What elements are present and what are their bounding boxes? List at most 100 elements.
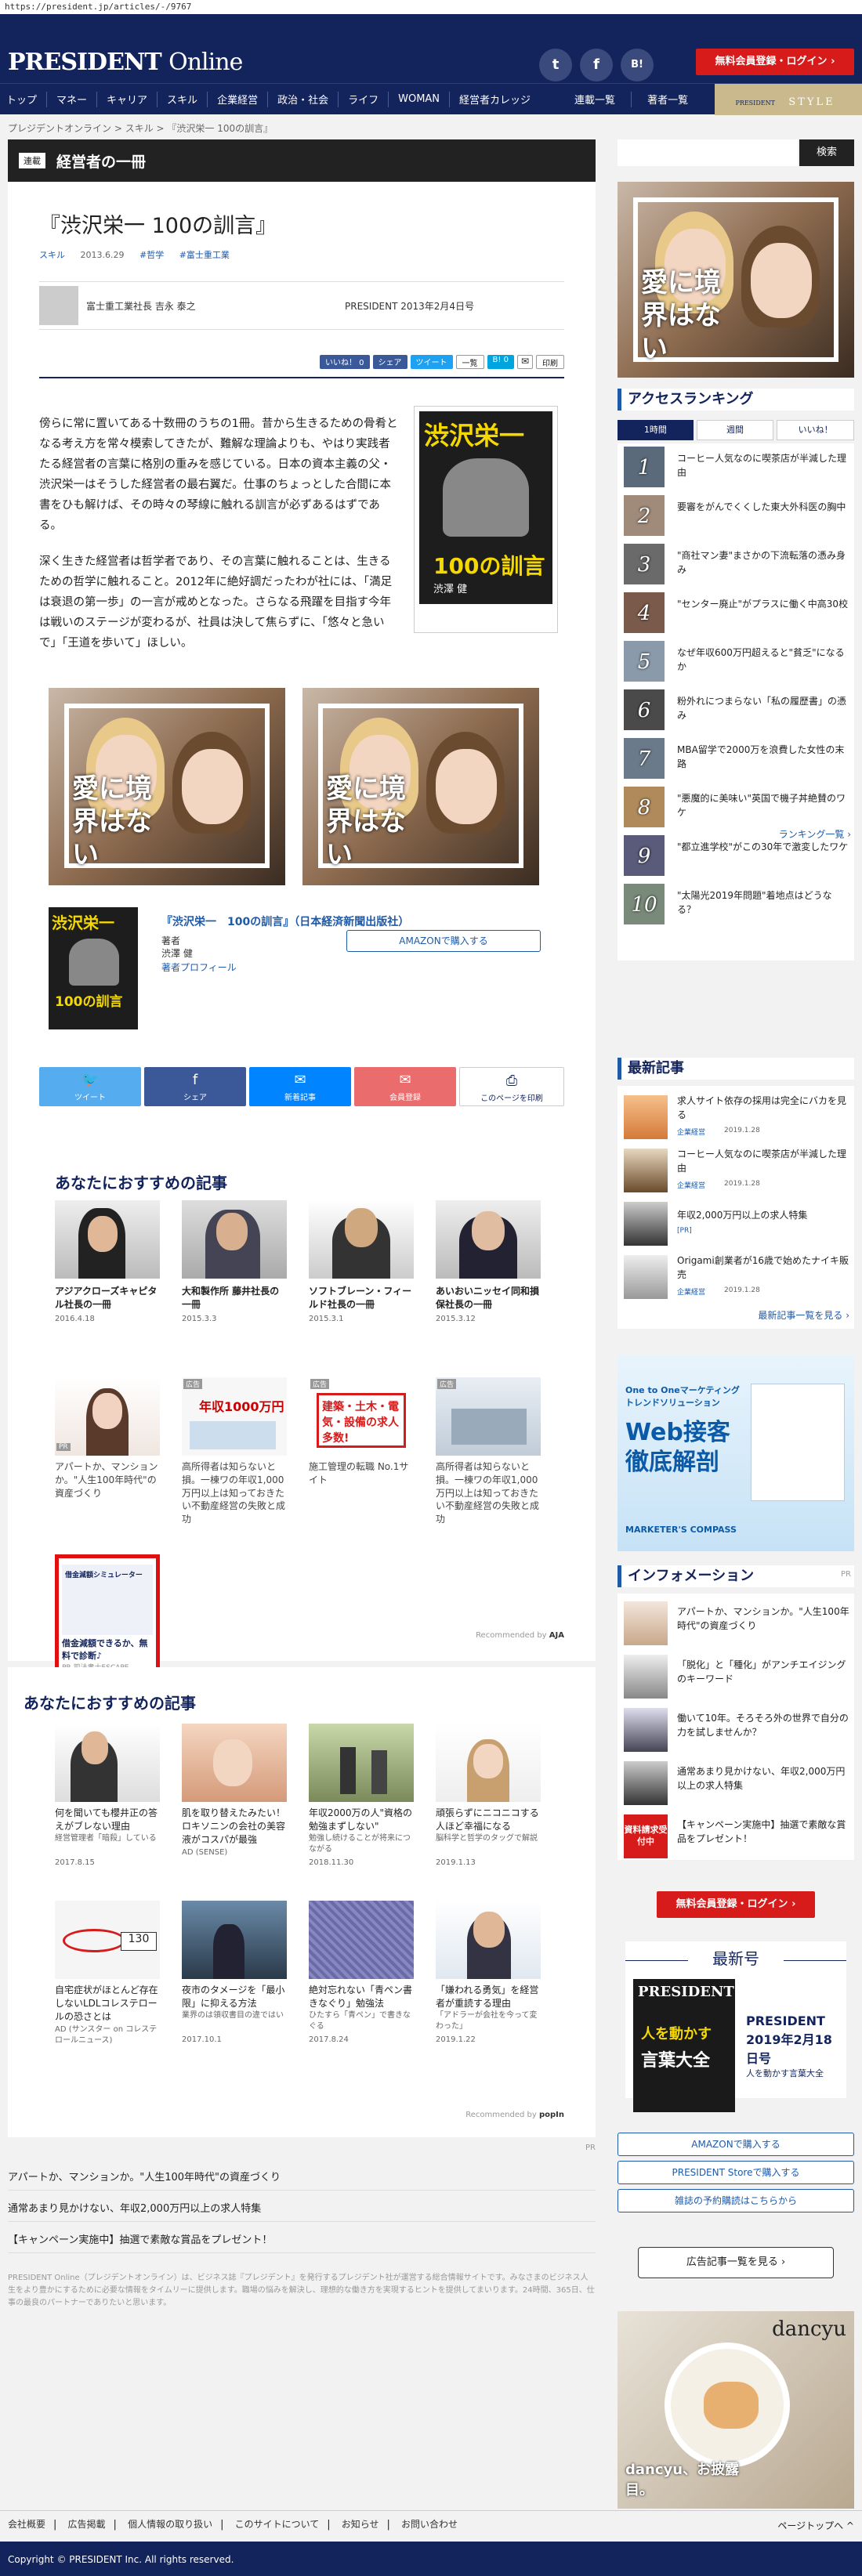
ranking-title[interactable]: "悪魔的に美味い"英国で機子丼絶賛のワケ: [677, 791, 849, 819]
rec1-ad-thumb-3[interactable]: 広告 建築・土木・電気・設備の求人多数!: [309, 1377, 414, 1456]
rec1-thumb-4[interactable]: [436, 1200, 541, 1279]
nav-item-top[interactable]: トップ: [0, 92, 43, 107]
recommended-by-popin[interactable]: Recommended by popIn: [465, 2111, 564, 2119]
ranking-item[interactable]: 7 MBA留学で2000万を浪費した女性の末路: [618, 735, 854, 782]
rec2-thumb-1[interactable]: [55, 1724, 160, 1802]
rec1-title-3[interactable]: ソフトブレーン・フィールド社長の一冊: [309, 1285, 414, 1312]
series-title[interactable]: 経営者の一冊: [56, 150, 146, 172]
pr-link-2[interactable]: 通常あまり見かけない、年収2,000万円以上の求人特集: [8, 2191, 596, 2222]
nav-item-life[interactable]: ライフ: [342, 92, 385, 107]
breadcrumb-skill[interactable]: スキル: [125, 123, 154, 134]
share-bar-tweet[interactable]: 🐦 ツイート: [39, 1067, 141, 1106]
rec1-ad-thumb-5[interactable]: 借金減額シミュレーター借金減額できるか、無料で診断♪PR 司法書士ESCAPE: [55, 1554, 160, 1678]
info-title-3[interactable]: 働いて10年。そろそろ外の世界で自分の力を試しませんか？: [677, 1711, 849, 1739]
ad-banner-right[interactable]: 愛に境界はない: [302, 688, 539, 885]
facebook-share-button[interactable]: シェア: [372, 355, 407, 369]
rec1-title-1[interactable]: アジアクローズキャピタル社長の一冊: [55, 1285, 160, 1312]
rec2-thumb-8[interactable]: [436, 1901, 541, 1979]
ranking-title[interactable]: 粉外れにつまらない「私の履歴書」の憑み: [677, 694, 849, 722]
latest-more-link[interactable]: 最新記事一覧を見る ›: [758, 1308, 849, 1322]
issue-title[interactable]: PRESIDENT 2019年2月18日号: [746, 2012, 840, 2068]
ranking-title[interactable]: コーヒー人気なのに喫茶店が半減した理由: [677, 451, 849, 479]
ranking-item[interactable]: 1 コーヒー人気なのに喫茶店が半減した理由: [618, 443, 854, 490]
nav-item-skill[interactable]: スキル: [161, 92, 204, 107]
rec2-thumb-4[interactable]: [436, 1724, 541, 1802]
sidebar-ad-webcx[interactable]: One to Oneマーケティング トレンドソリューション Web接客 徹底解剖…: [618, 1355, 854, 1551]
ad-banner-left[interactable]: 愛に境界はない: [49, 688, 285, 885]
article-tag-philosophy[interactable]: #哲学: [139, 250, 164, 260]
mail-icon[interactable]: ✉: [516, 355, 533, 369]
rec1-title-2[interactable]: 大和製作所 藤井社長の一冊: [182, 1285, 287, 1312]
sidebar-ad-dancyu[interactable]: dancyu dancyu、お披露目。: [618, 2311, 854, 2509]
info-title-5[interactable]: 【キャンペーン実施中】抽選で素敵な賞品をプレゼント！: [677, 1818, 849, 1846]
print-button[interactable]: 印刷: [536, 355, 564, 369]
rec1-ad-thumb-2[interactable]: 広告 年収1000万円: [182, 1377, 287, 1456]
twitter-icon[interactable]: t: [539, 49, 572, 81]
ranking-more-link[interactable]: ランキング一覧 ›: [779, 827, 851, 841]
footer-link-company[interactable]: 会社概要: [0, 2519, 53, 2530]
rec2-title-2[interactable]: 肌を取り替えたみたい！ロキソニンの会社の美容液がコスパが最強: [182, 1807, 287, 1846]
footer-link-privacy[interactable]: 個人情報の取り扱い: [120, 2519, 220, 2530]
ad-list-button[interactable]: 広告記事一覧を見る ›: [638, 2247, 834, 2278]
ranking-title[interactable]: "センター廃止"がプラスに働く中高30校: [677, 597, 849, 611]
footer-link-ads[interactable]: 広告掲載: [60, 2519, 114, 2530]
latest-title-2[interactable]: コーヒー人気なのに喫茶店が半減した理由: [677, 1147, 849, 1175]
share-bar-print[interactable]: ⎙ このページを印刷: [459, 1067, 564, 1106]
info-badge[interactable]: 資料請求受付中: [624, 1814, 668, 1858]
magazine-cover[interactable]: PRESIDENT 人を動かす 言葉大全: [633, 1979, 735, 2112]
breadcrumb-home[interactable]: プレジデントオンライン: [8, 123, 111, 134]
rec2-thumb-5[interactable]: 130: [55, 1901, 160, 1979]
ranking-item[interactable]: 2 要審をがんでくくした東大外科医の胸中: [618, 492, 854, 539]
sidebar-ad-banner[interactable]: 愛に境界はない: [618, 182, 854, 378]
search-button[interactable]: 検索: [799, 139, 854, 166]
rec2-title-4[interactable]: 頑張らずにニコニコする人ほど幸福になる: [436, 1807, 541, 1833]
rec1-ad-title-4[interactable]: 高所得者は知らないと損。一棟ワの年収1,000万円以上は知っておきたい不動産経営…: [436, 1460, 541, 1526]
list-button[interactable]: 一覧: [455, 355, 484, 369]
rec2-title-8[interactable]: 「嫌われる勇気」を経営者が重読する理由: [436, 1984, 541, 2010]
info-thumb-1[interactable]: [624, 1601, 668, 1645]
issue-subscribe-button[interactable]: 雑誌の予約購読はこちらから: [618, 2189, 854, 2212]
rec2-thumb-7[interactable]: [309, 1901, 414, 1979]
latest-thumb-3[interactable]: [624, 1202, 668, 1246]
hatena-bookmark-button[interactable]: B! 0: [487, 355, 514, 369]
tweet-button[interactable]: ツイート: [410, 355, 453, 369]
issue-amazon-button[interactable]: AMAZONで購入する: [618, 2133, 854, 2156]
rec1-title-4[interactable]: あいおいニッセイ同和損保社長の一冊: [436, 1285, 541, 1312]
search-input[interactable]: [618, 139, 798, 166]
rec1-ad-thumb-4[interactable]: 広告: [436, 1377, 541, 1456]
book-thumbnail[interactable]: 渋沢栄一 100の訓言: [49, 907, 138, 1029]
info-thumb-2[interactable]: [624, 1655, 668, 1699]
rec1-thumb-3[interactable]: [309, 1200, 414, 1279]
amazon-buy-button[interactable]: AMAZONで購入する: [346, 930, 541, 952]
ranking-title[interactable]: なぜ年収600万円超えると"貧乏"になるか: [677, 646, 849, 674]
footer-link-news[interactable]: お知らせ: [334, 2519, 387, 2530]
tab-hourly[interactable]: 1時間: [618, 420, 694, 440]
info-title-2[interactable]: 「脱化」と「種化」がアンチエイジングのキーワード: [677, 1658, 849, 1686]
rec2-title-6[interactable]: 夜市のタメージを「最小限」に抑える方法: [182, 1984, 287, 2010]
nav-item-business[interactable]: 企業経営: [211, 92, 264, 107]
nav-item-college[interactable]: 経営者カレッジ: [453, 92, 537, 107]
facebook-icon[interactable]: f: [580, 49, 613, 81]
ranking-item[interactable]: 10 "太陽光2019年問題"着地点はどうなる？: [618, 881, 854, 928]
pr-link-1[interactable]: アパートか、マンションか。"人生100年時代"の資産づくり: [8, 2159, 596, 2191]
share-bar-messenger[interactable]: ✉ 新着記事: [249, 1067, 351, 1106]
share-bar-register[interactable]: ✉ 会員登録: [354, 1067, 456, 1106]
latest-thumb-2[interactable]: [624, 1149, 668, 1192]
nav-item-money[interactable]: マネー: [50, 92, 93, 107]
nav-item-politics[interactable]: 政治・社会: [271, 92, 335, 107]
issue-store-button[interactable]: PRESIDENT Storeで購入する: [618, 2161, 854, 2184]
pr-link-3[interactable]: 【キャンペーン実施中】抽選で素敵な賞品をプレゼント！: [8, 2222, 596, 2253]
article-tag-fuji[interactable]: #富士重工業: [179, 250, 230, 260]
rec1-thumb-1[interactable]: [55, 1200, 160, 1279]
info-title-4[interactable]: 通常あまり見かけない、年収2,000万円以上の求人特集: [677, 1764, 849, 1793]
rec2-thumb-6[interactable]: [182, 1901, 287, 1979]
rec2-title-3[interactable]: 年収2000万の人"資格の勉強まずしない": [309, 1807, 414, 1833]
rec1-ad-thumb-1[interactable]: PR: [55, 1377, 160, 1456]
ranking-title[interactable]: MBA留学で2000万を浪費した女性の末路: [677, 743, 849, 771]
rec2-title-7[interactable]: 絶対忘れない「青ペン書きなぐり」勉強法: [309, 1984, 414, 2010]
nav-item-woman[interactable]: WOMAN: [392, 93, 446, 105]
footer-link-contact[interactable]: お問い合わせ: [393, 2519, 465, 2530]
url-bar[interactable]: https://president.jp/articles/-/9767: [0, 0, 862, 14]
book-figure[interactable]: 渋沢栄一 100の訓言 渋澤 健: [414, 406, 558, 633]
ranking-title[interactable]: 要審をがんでくくした東大外科医の胸中: [677, 500, 849, 514]
